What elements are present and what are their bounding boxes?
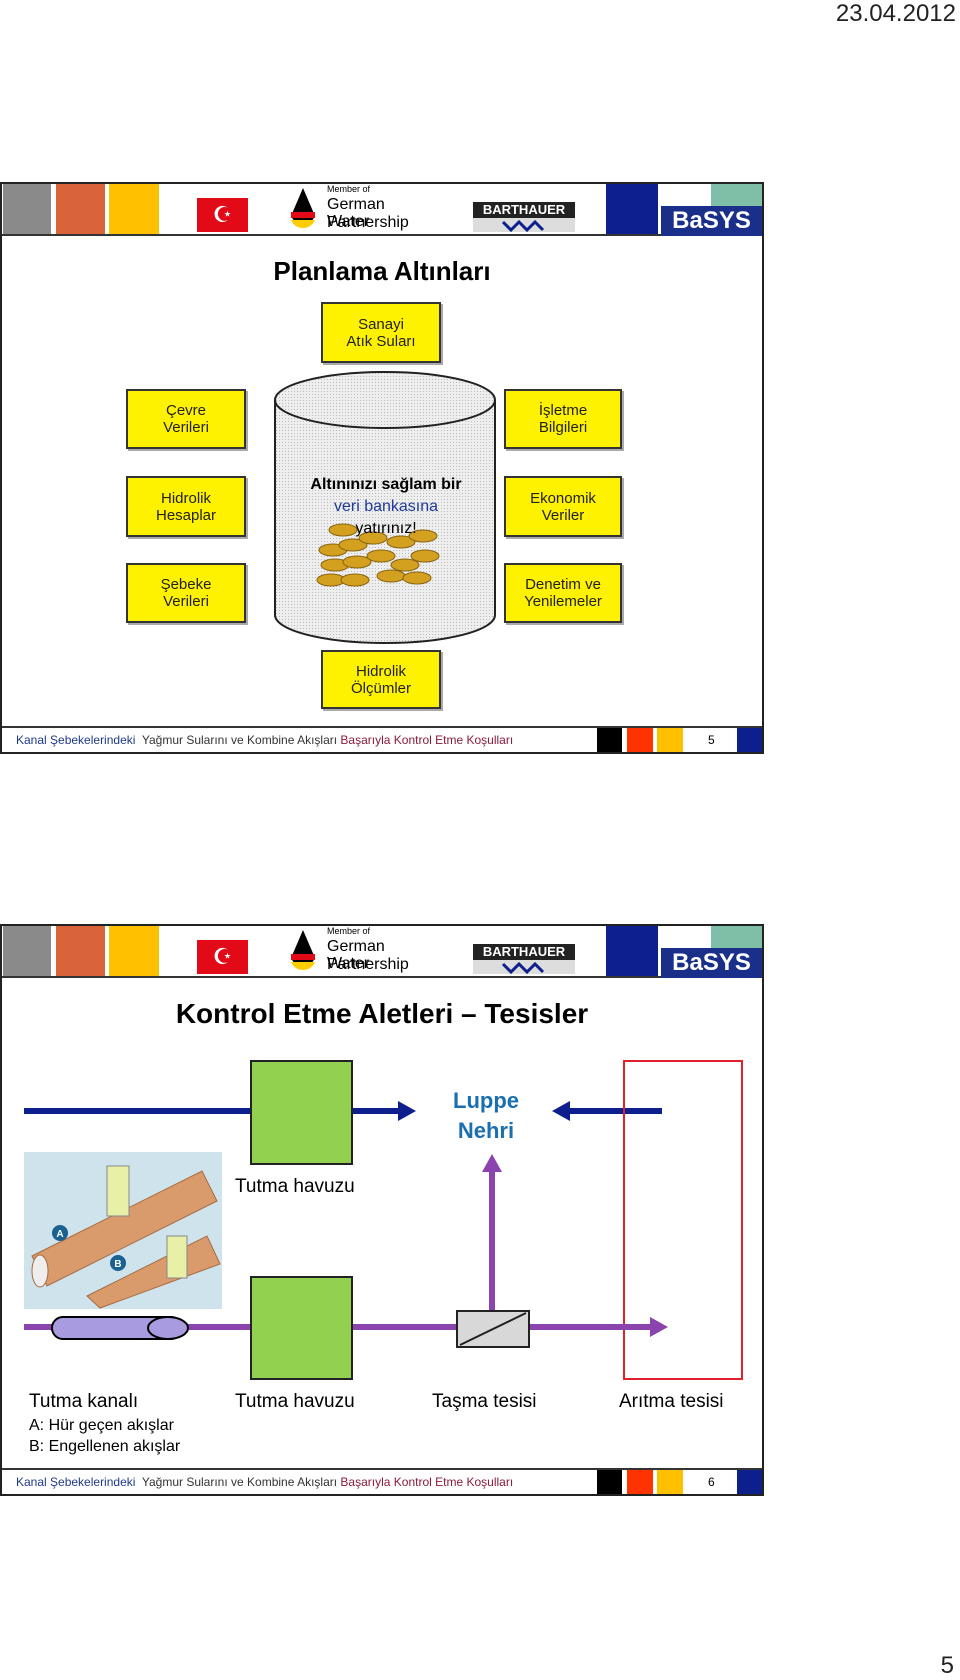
arrow-right-icon [398, 1101, 416, 1121]
box-hydraulic-measurements: Hidrolik Ölçümler [321, 650, 441, 709]
legend-a: A: Hür geçen akışlar [29, 1417, 174, 1434]
box-industrial-wastewater: Sanayi Atık Suları [321, 302, 441, 363]
box-economic-data: Ekonomik Veriler [504, 476, 622, 537]
pipe-illustration: A B [24, 1152, 222, 1309]
slide-footer: Kanal Şebekelerindeki Yağmur Sularını ve… [2, 1468, 762, 1494]
legend-b: B: Engellenen akışlar [29, 1438, 181, 1455]
flow-diagram: A B [24, 1060, 743, 1380]
slide-1: ☪ Member of German Water Partnership BAR… [0, 182, 764, 754]
svg-text:B: B [114, 1259, 121, 1270]
drop-icon [291, 188, 315, 228]
cylinder-text: Altınınızı sağlam bir veri bankasına yat… [310, 476, 462, 537]
yellow-block [109, 184, 159, 234]
box-hydraulic-calc: Hidrolik Hesaplar [126, 476, 246, 537]
turkey-flag-icon: ☪ [197, 198, 248, 232]
canal-label: Tutma kanalı [29, 1391, 139, 1412]
arrow-up-icon [482, 1154, 502, 1172]
slide-footer: Kanal Şebekelerindeki Yağmur Sularını ve… [2, 726, 762, 752]
treatment-label: Arıtma tesisi [619, 1391, 724, 1412]
svg-text:A: A [56, 1229, 63, 1240]
arrow-left-icon [552, 1101, 570, 1121]
slide-title: Planlama Altınları [273, 256, 491, 286]
retention-basin-top [250, 1060, 353, 1165]
gwp-logo: Member of German Water Partnership [285, 184, 415, 234]
arrow-right-icon [650, 1317, 668, 1337]
slide-2: ☪ Member of German Water Partnership BAR… [0, 924, 764, 1496]
wave-icon [501, 219, 545, 233]
basin-label-bottom: Tutma havuzu [235, 1391, 355, 1412]
page-number: 5 [940, 1652, 954, 1679]
box-environment-data: Çevre Verileri [126, 389, 246, 449]
gray-block [3, 184, 51, 234]
box-operation-info: İşletme Bilgileri [504, 389, 622, 449]
blue-block [606, 184, 658, 234]
slide-header: ☪ Member of German Water Partnership BAR… [2, 184, 762, 236]
basin-label-top: Tutma havuzu [235, 1176, 355, 1197]
slide-number: 5 [708, 733, 715, 747]
river-label: Luppe Nehri [453, 1088, 519, 1143]
box-network-data: Şebeke Verileri [126, 563, 246, 623]
box-inspection-renewal: Denetim ve Yenilemeler [504, 563, 622, 623]
date: 23.04.2012 [835, 0, 956, 27]
teal-block [711, 184, 762, 206]
barthauer-logo: BARTHAUER [473, 202, 575, 233]
slide-number: 6 [708, 1475, 715, 1489]
retention-basin-bottom [250, 1276, 353, 1380]
basys-logo: BaSYS [661, 206, 762, 236]
overflow-label: Taşma tesisi [432, 1391, 537, 1412]
orange-block [56, 184, 105, 234]
